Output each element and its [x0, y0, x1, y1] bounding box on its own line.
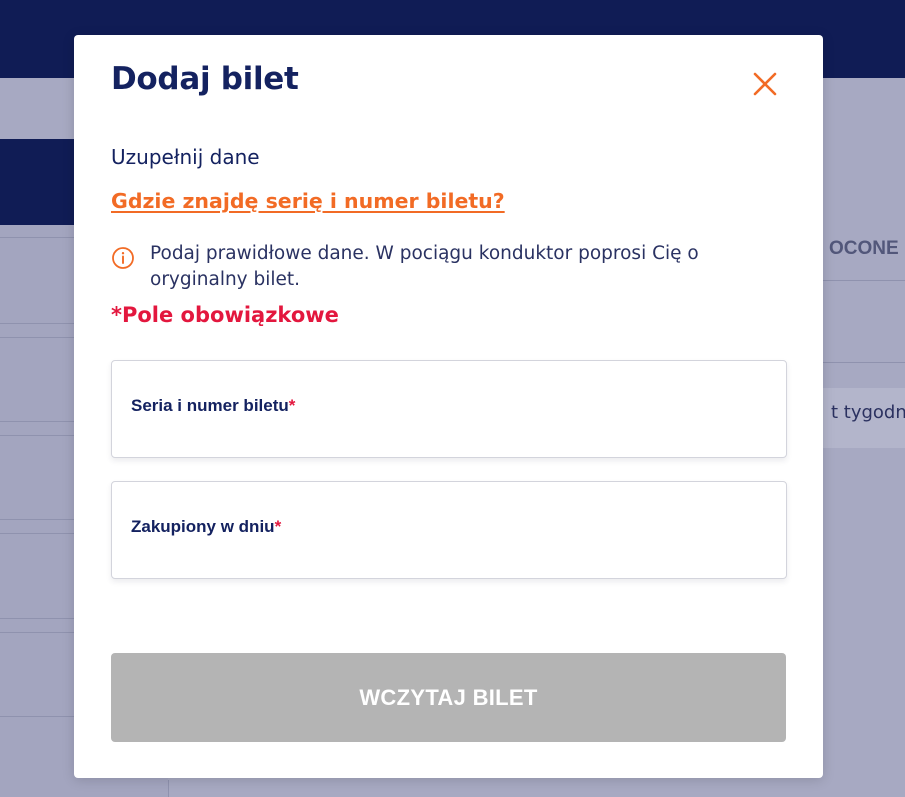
modal-title: Dodaj bilet [111, 61, 299, 97]
ticket-number-label-text: Seria i numer biletu [131, 396, 289, 415]
form-subtitle: Uzupełnij dane [111, 145, 260, 169]
background-row-divider [0, 323, 74, 324]
load-ticket-button[interactable]: WCZYTAJ BILET [111, 653, 786, 742]
background-sidebar-edge [168, 780, 169, 797]
background-row-divider [0, 421, 74, 422]
add-ticket-modal: Dodaj bilet Uzupełnij dane Gdzie znajdę … [74, 35, 823, 778]
background-row-divider [0, 435, 74, 436]
background-tab: OCONE [829, 238, 899, 259]
info-text: Podaj prawidłowe dane. W pociągu kondukt… [150, 243, 699, 290]
background-row-divider [0, 237, 74, 238]
ticket-help-link[interactable]: Gdzie znajdę serię i numer biletu? [111, 189, 505, 213]
background-card-text: t tygodnia [831, 402, 905, 423]
ticket-number-field[interactable]: Seria i numer biletu* [111, 360, 787, 458]
background-row-divider [0, 632, 74, 633]
background-card: t tygodnia [823, 388, 905, 448]
required-star: * [288, 396, 296, 415]
ticket-number-label: Seria i numer biletu* [131, 396, 295, 416]
background-row-divider [0, 533, 74, 534]
close-button[interactable] [750, 69, 780, 99]
close-icon [753, 72, 777, 96]
background-panel-divider [823, 362, 905, 363]
required-star: * [274, 517, 282, 536]
background-nav-band [0, 139, 74, 225]
background-row-divider [0, 337, 74, 338]
background-row-divider [0, 716, 74, 717]
background-tab-underline [823, 280, 905, 281]
background-row-divider [0, 519, 74, 520]
purchase-date-field[interactable]: Zakupiony w dniu* [111, 481, 787, 579]
info-circle-icon [112, 247, 134, 269]
background-row-divider [0, 618, 74, 619]
purchase-date-label-text: Zakupiony w dniu [131, 517, 275, 536]
purchase-date-label: Zakupiony w dniu* [131, 517, 281, 537]
required-fields-note: *Pole obowiązkowe [111, 303, 339, 327]
